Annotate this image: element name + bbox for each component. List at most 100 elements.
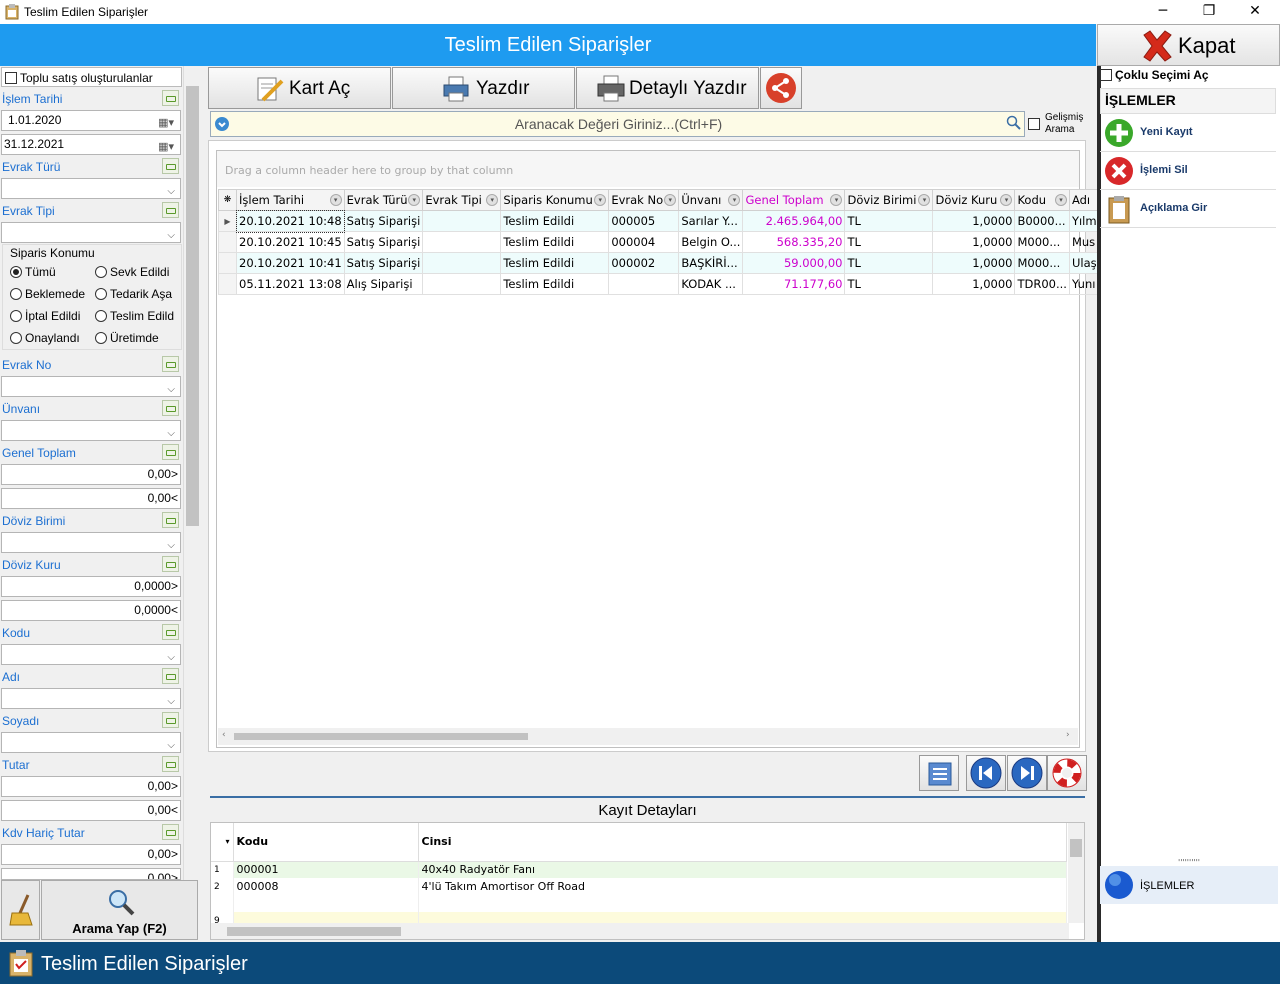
table-cell[interactable]: 1,0000 — [932, 231, 1016, 253]
filter-icon[interactable]: ▾ — [408, 194, 421, 206]
table-cell[interactable]: 1,0000 — [932, 273, 1016, 295]
details-row[interactable]: 2 000008 4'lü Takım Amortisor Off Road — [211, 878, 1067, 895]
kart-ac-button[interactable]: Kart Aç — [208, 67, 391, 109]
radio-onaylandi[interactable]: Onaylandı — [10, 331, 80, 345]
table-cell[interactable]: Alış Siparişi — [343, 273, 424, 295]
table-cell[interactable]: Teslim Edildi — [500, 210, 610, 232]
table-row[interactable]: 05.11.2021 13:08 Alış Siparişi Teslim Edil… — [218, 273, 1105, 295]
kdv-haric-min[interactable]: 0,00> — [1, 844, 181, 865]
table-cell[interactable]: 000005 — [608, 210, 680, 232]
unvani-select[interactable]: ⌵ — [1, 420, 181, 441]
kodu-toggle-icon[interactable] — [162, 624, 179, 640]
table-cell[interactable]: Ulaş — [1068, 252, 1100, 274]
evrak-no-toggle-icon[interactable] — [162, 356, 179, 372]
col-header-evrak-tipi[interactable]: Evrak Tipi ▾ — [422, 189, 502, 211]
table-cell[interactable]: Yılm — [1068, 210, 1100, 232]
table-cell[interactable]: Sarılar Y... — [678, 210, 744, 232]
date-to-field[interactable]: 31.12.2021 ▦▾ — [1, 134, 181, 155]
doviz-birimi-select[interactable]: ⌵ — [1, 532, 181, 553]
kdv-haric-toggle-icon[interactable] — [162, 824, 179, 840]
details-col-cinsi[interactable]: Cinsi — [418, 823, 1067, 862]
table-cell[interactable]: 20.10.2021 10:41 — [236, 252, 345, 274]
genel-toplam-max[interactable]: 0,00< — [1, 488, 181, 509]
radio-uretimde[interactable]: Üretimde — [95, 331, 159, 345]
table-cell[interactable] — [422, 231, 502, 253]
details-vertical-scrollbar[interactable] — [1068, 823, 1084, 923]
filter-icon[interactable]: ▾ — [664, 194, 677, 206]
table-row[interactable]: ▶ 20.10.2021 10:48 Satış Siparişi Teslim Ed… — [218, 209, 1105, 233]
table-cell[interactable]: KODAK ... — [678, 273, 744, 295]
toplu-satis-checkbox[interactable]: Toplu satış oluşturulanlar — [1, 67, 182, 87]
table-cell[interactable]: 000004 — [608, 231, 680, 253]
table-cell[interactable]: 1,0000 — [932, 252, 1016, 274]
soyadi-toggle-icon[interactable] — [162, 712, 179, 728]
islem-tarihi-toggle-icon[interactable] — [162, 90, 179, 106]
minimize-button[interactable]: ─ — [1140, 0, 1186, 24]
details-cell[interactable]: 000008 — [233, 878, 419, 895]
close-window-button[interactable]: ✕ — [1232, 0, 1278, 24]
doviz-birimi-toggle-icon[interactable] — [162, 512, 179, 528]
first-record-button[interactable] — [966, 755, 1006, 791]
table-cell[interactable]: 2.465.964,00 — [742, 210, 846, 232]
table-cell[interactable]: Belgin O... — [678, 231, 744, 253]
doviz-kuru-max[interactable]: 0,0000< — [1, 600, 181, 621]
evrak-tipi-select[interactable]: ⌵ — [1, 222, 181, 243]
table-cell[interactable]: BAŞKİRİ... — [678, 252, 744, 274]
scrollbar-thumb[interactable] — [227, 927, 401, 936]
tutar-toggle-icon[interactable] — [162, 756, 179, 772]
table-cell[interactable]: Yunı — [1068, 273, 1100, 295]
tutar-min[interactable]: 0,00> — [1, 776, 181, 797]
radio-iptal-edildi[interactable]: İptal Edildi — [10, 309, 80, 323]
table-cell[interactable]: Satış Siparişi — [343, 231, 424, 253]
adi-toggle-icon[interactable] — [162, 668, 179, 684]
group-panel[interactable]: Drag a column header here to group by th… — [217, 151, 1079, 187]
scroll-left-icon[interactable]: ‹ — [222, 730, 226, 740]
table-cell[interactable]: 71.177,60 — [742, 273, 846, 295]
radio-beklemede[interactable]: Beklemede — [10, 287, 85, 301]
date-from-field[interactable]: 1.01.2020 ▦▾ — [1, 110, 181, 131]
details-cell[interactable]: 4'lü Takım Amortisor Off Road — [418, 878, 1067, 895]
aciklama-gir-button[interactable]: Açıklama Gir — [1100, 190, 1276, 228]
col-header-islem-tarihi[interactable]: İşlem Tarihi ▾ — [236, 189, 345, 211]
multi-select-checkbox[interactable]: Çoklu Seçimi Aç — [1100, 68, 1278, 86]
filter-scrollbar[interactable] — [183, 66, 200, 880]
table-cell[interactable]: 20.10.2021 10:45 — [236, 231, 345, 253]
table-cell[interactable]: Teslim Edildi — [500, 252, 610, 274]
col-header-genel-toplam[interactable]: Genel Toplam ▾ — [742, 189, 846, 211]
advanced-search-checkbox[interactable]: Gelişmiş Arama — [1028, 112, 1083, 136]
col-header-kodu[interactable]: Kodu ▾ — [1014, 189, 1070, 211]
unvani-toggle-icon[interactable] — [162, 400, 179, 416]
scroll-right-icon[interactable]: › — [1066, 730, 1070, 740]
table-cell[interactable]: 20.10.2021 10:48 — [235, 209, 346, 233]
table-cell[interactable]: 59.000,00 — [742, 252, 846, 274]
kodu-select[interactable]: ⌵ — [1, 644, 181, 665]
table-cell[interactable]: TL — [844, 210, 934, 232]
col-header-evrak-no[interactable]: Evrak No ▾ — [608, 189, 680, 211]
table-cell[interactable]: Satış Siparişi — [343, 210, 424, 232]
grid-horizontal-scrollbar[interactable]: ‹ › — [218, 728, 1078, 745]
adi-select[interactable]: ⌵ — [1, 688, 181, 709]
kapat-button[interactable]: Kapat — [1097, 24, 1280, 66]
filter-icon[interactable]: ▾ — [918, 194, 931, 206]
doviz-kuru-min[interactable]: 0,0000> — [1, 576, 181, 597]
yeni-kayit-button[interactable]: Yeni Kayıt — [1100, 114, 1276, 152]
scrollbar-thumb[interactable] — [186, 86, 199, 526]
filter-icon[interactable]: ▾ — [486, 194, 499, 206]
kdv-haric-max[interactable]: 0,00> — [1, 868, 181, 880]
filter-icon[interactable]: ▾ — [1054, 194, 1067, 206]
calendar-dropdown-icon[interactable]: ▦▾ — [158, 114, 174, 133]
genel-toplam-toggle-icon[interactable] — [162, 444, 179, 460]
table-cell[interactable]: 05.11.2021 13:08 — [236, 273, 345, 295]
details-cell[interactable]: 40x40 Radyatör Fanı — [418, 861, 1067, 878]
search-input[interactable]: Aranacak Değeri Giriniz...(Ctrl+F) — [210, 111, 1025, 137]
table-cell[interactable]: TL — [844, 273, 934, 295]
col-header-unvani[interactable]: Ünvanı ▾ — [678, 189, 744, 211]
doviz-kuru-toggle-icon[interactable] — [162, 556, 179, 572]
filter-icon[interactable]: ▾ — [830, 194, 843, 206]
details-horizontal-scrollbar[interactable] — [211, 923, 1069, 939]
col-header-siparis-konumu[interactable]: Siparis Konumu ▾ — [500, 189, 610, 211]
table-cell[interactable]: 1,0000 — [932, 210, 1016, 232]
radio-sevk-edildi[interactable]: Sevk Edildi — [95, 265, 169, 279]
table-cell[interactable] — [422, 252, 502, 274]
column-chooser-button[interactable] — [919, 755, 959, 791]
